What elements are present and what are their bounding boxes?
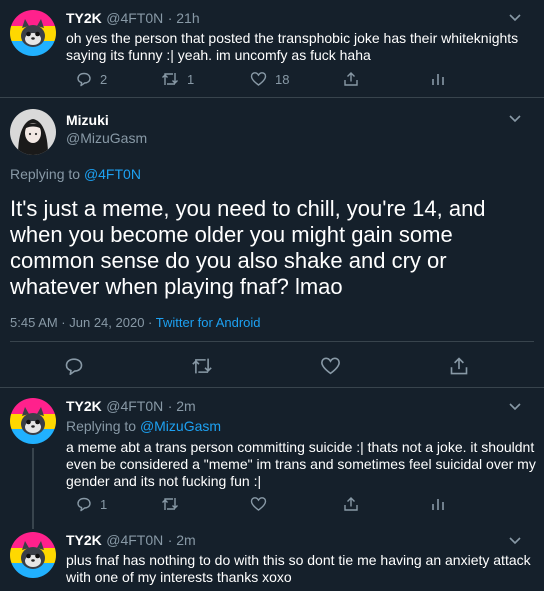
tweet-timestamp: 5:45 AM · Jun 24, 2020 · Twitter for And… <box>10 315 261 330</box>
reply-button[interactable]: 2 <box>76 71 107 87</box>
chevron-down-icon[interactable] <box>509 400 521 414</box>
tweet-focused[interactable]: Mizuki @MizuGasm Replying to @4FT0N It's… <box>0 98 544 388</box>
analytics-button[interactable] <box>431 496 445 512</box>
retweet-icon <box>162 73 178 85</box>
action-bar: 1 <box>66 496 536 516</box>
like-button[interactable] <box>320 356 341 376</box>
replying-to-link[interactable]: @4FT0N <box>84 166 141 182</box>
reply-icon <box>77 497 91 512</box>
tweet-header: TY2K @4FT0N · 21h <box>66 10 200 28</box>
retweet-icon <box>192 358 212 374</box>
pan-flag-cat-avatar <box>10 398 56 444</box>
display-name[interactable]: TY2K <box>66 10 102 26</box>
analytics-icon <box>432 74 444 85</box>
tweet-text: a meme abt a trans person committing sui… <box>66 439 536 489</box>
retweet-icon <box>162 498 178 510</box>
action-bar: 2 1 18 <box>66 71 536 91</box>
anime-avatar <box>10 109 56 155</box>
tweet-4[interactable]: TY2K @4FT0N · 2m plus fnaf has nothing t… <box>0 515 544 591</box>
divider <box>10 341 534 342</box>
tweet-header: Mizuki @MizuGasm <box>66 112 147 146</box>
share-button[interactable] <box>343 496 359 512</box>
display-name[interactable]: TY2K <box>66 532 102 548</box>
retweet-count: 1 <box>187 71 195 87</box>
handle[interactable]: @4FT0N <box>106 10 163 26</box>
heart-icon <box>250 497 267 511</box>
reply-button[interactable]: 1 <box>76 496 107 512</box>
analytics-button[interactable] <box>431 71 445 87</box>
chevron-down-icon[interactable] <box>509 112 521 126</box>
share-button[interactable] <box>343 71 359 87</box>
avatar[interactable] <box>10 398 56 444</box>
share-icon <box>344 72 358 86</box>
retweet-button[interactable] <box>191 356 213 376</box>
like-button[interactable]: 18 <box>250 71 289 87</box>
replying-to-label: Replying to <box>10 166 81 182</box>
tweet-time[interactable]: · 2m <box>168 398 196 414</box>
replying-to-link[interactable]: @MizuGasm <box>140 418 221 434</box>
action-bar <box>0 356 544 378</box>
retweet-button[interactable] <box>161 496 179 512</box>
share-icon <box>344 497 358 511</box>
chevron-down-icon[interactable] <box>509 11 521 25</box>
reply-count: 1 <box>100 496 108 512</box>
share-icon <box>450 357 468 375</box>
pan-flag-cat-avatar <box>10 10 56 56</box>
avatar[interactable] <box>10 10 56 56</box>
tweet-header: TY2K @4FT0N · 2m <box>66 398 196 416</box>
display-name[interactable]: TY2K <box>66 398 102 414</box>
tweet-time[interactable]: · 2m <box>168 532 196 548</box>
avatar[interactable] <box>10 109 56 155</box>
reply-count: 2 <box>100 71 108 87</box>
pan-flag-cat-avatar <box>10 532 56 578</box>
tweet-text: oh yes the person that posted the transp… <box>66 30 519 63</box>
reply-button[interactable] <box>64 356 84 376</box>
timestamp[interactable]: 5:45 AM · Jun 24, 2020 · <box>10 315 152 330</box>
chevron-down-icon[interactable] <box>509 534 521 548</box>
retweet-button[interactable]: 1 <box>161 71 194 87</box>
tweet-1[interactable]: TY2K @4FT0N · 21h oh yes the person that… <box>0 0 544 97</box>
tweet-text: It's just a meme, you need to chill, you… <box>10 196 486 299</box>
like-button[interactable] <box>250 496 267 512</box>
heart-icon <box>250 72 267 86</box>
tweet-3[interactable]: TY2K @4FT0N · 2m Replying to @MizuGasm a… <box>0 388 544 515</box>
heart-icon <box>321 357 340 375</box>
avatar[interactable] <box>10 532 56 578</box>
thread-line <box>32 448 34 515</box>
display-name[interactable]: Mizuki <box>66 112 147 128</box>
handle[interactable]: @4FT0N <box>106 398 163 414</box>
source-link[interactable]: Twitter for Android <box>156 315 261 330</box>
thread-line <box>32 515 34 529</box>
reply-icon <box>77 72 91 87</box>
handle[interactable]: @MizuGasm <box>66 130 147 146</box>
replying-to: Replying to @4FT0N <box>10 166 141 182</box>
tweet-header: TY2K @4FT0N · 2m <box>66 532 196 550</box>
handle[interactable]: @4FT0N <box>106 532 163 548</box>
tweet-text: plus fnaf has nothing to do with this so… <box>66 552 531 585</box>
like-count: 18 <box>275 71 290 87</box>
replying-to: Replying to @MizuGasm <box>66 418 221 434</box>
reply-icon <box>65 358 83 376</box>
analytics-icon <box>432 499 444 510</box>
replying-to-label: Replying to <box>66 418 137 434</box>
tweet-time[interactable]: · 21h <box>168 10 200 26</box>
share-button[interactable] <box>449 356 469 376</box>
